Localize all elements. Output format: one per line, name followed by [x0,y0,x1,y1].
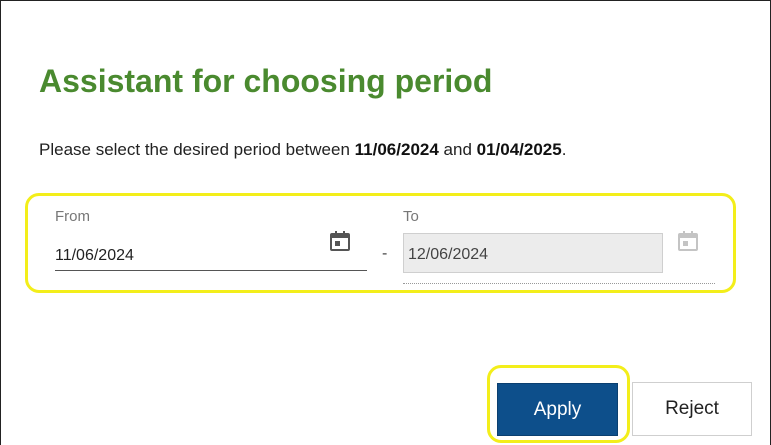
calendar-icon[interactable] [329,230,351,252]
apply-button[interactable]: Apply [497,383,618,436]
description-prefix: Please select the desired period between [39,140,355,159]
description-suffix: . [561,140,567,159]
period-end-date: 01/04/2025 [476,140,562,159]
range-separator: - [382,245,388,262]
to-field-underline [403,283,715,284]
period-description: Please select the desired period between… [39,140,566,160]
from-date-input[interactable] [55,235,367,271]
reject-button[interactable]: Reject [632,382,752,436]
to-date-input[interactable] [403,233,663,273]
from-label: From [55,208,90,225]
period-start-date: 11/06/2024 [354,140,439,159]
dialog-title: Assistant for choosing period [39,63,493,99]
calendar-icon [677,230,699,252]
to-label: To [403,208,419,225]
period-assistant-dialog: Assistant for choosing period Please sel… [0,0,771,445]
description-middle: and [438,140,477,159]
